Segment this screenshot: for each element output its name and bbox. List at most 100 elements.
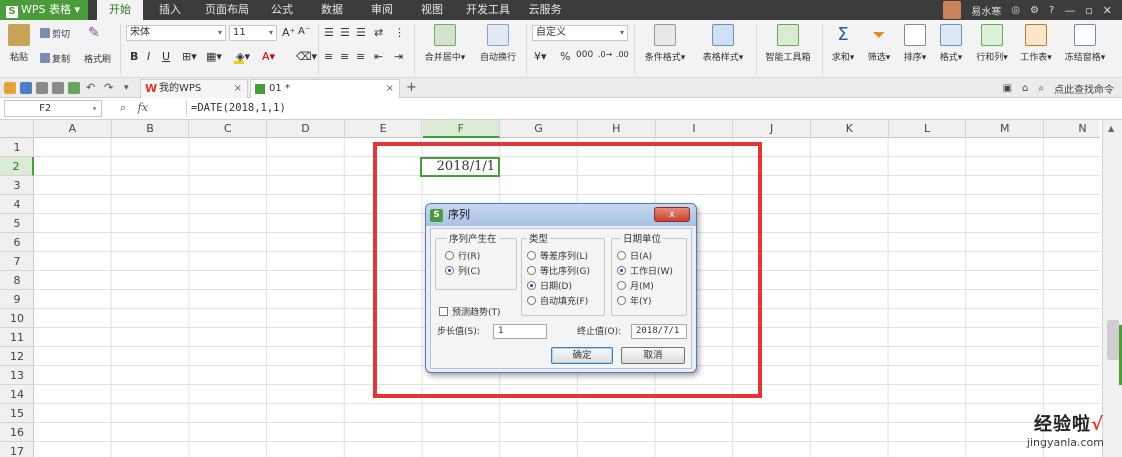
row-header-5[interactable]: 5 [0,214,34,233]
row-header-1[interactable]: 1 [0,138,34,157]
row-header-7[interactable]: 7 [0,252,34,271]
row-header-15[interactable]: 15 [0,404,34,423]
name-box[interactable]: F2 ▾ [4,100,102,117]
column-header-h[interactable]: H [578,120,656,138]
comment-icon[interactable]: ▣ [1003,83,1012,94]
close-icon[interactable]: × [234,80,242,98]
undo-icon[interactable]: ↶ [86,82,98,94]
row-header-8[interactable]: 8 [0,271,34,290]
italic-button[interactable]: I [147,50,150,63]
underline-button[interactable]: U [162,50,170,63]
print-preview-icon[interactable] [36,82,48,94]
settings-icon[interactable]: ⚙ [1030,5,1039,16]
align-center-button[interactable]: ≡ [340,50,349,63]
currency-button[interactable]: ¥▾ [534,50,547,63]
cut-button[interactable]: 剪切 [40,27,70,40]
tab-document-01[interactable]: 01 * × [250,79,400,98]
sort-button[interactable]: 排序▾ [898,24,932,63]
rows-cols-button[interactable]: 行和列▾ [972,24,1012,63]
tab-insert[interactable]: 插入 [150,0,190,20]
redo-icon[interactable]: ↷ [104,82,116,94]
help-icon[interactable]: ? [1049,5,1054,16]
export-pdf-icon[interactable] [68,82,80,94]
indent-increase-button[interactable]: ⇥ [394,50,403,63]
borders-button[interactable]: ⊞▾ [182,50,197,63]
command-search[interactable]: 点此查找命令 [1054,81,1114,96]
radio-weekday[interactable]: 工作日(W) [617,266,673,278]
row-header-6[interactable]: 6 [0,233,34,252]
align-bottom-button[interactable]: ☰ [356,26,366,39]
zoom-icon[interactable]: ⌕ [120,101,126,114]
formula-input[interactable]: =DATE(2018,1,1) [186,100,1086,117]
row-header-11[interactable]: 11 [0,328,34,347]
stop-value-input[interactable]: 2018/7/1 [631,324,687,339]
pin-icon[interactable]: ⌂ [1022,83,1028,94]
column-header-e[interactable]: E [345,120,423,138]
row-header-3[interactable]: 3 [0,176,34,195]
radio-autofill[interactable]: 自动填充(F) [527,296,588,308]
search-icon[interactable]: ⌕ [1038,83,1044,94]
column-header-c[interactable]: C [189,120,268,138]
grow-font-button[interactable]: A⁺ [282,26,295,39]
row-header-17[interactable]: 17 [0,442,34,457]
print-icon[interactable] [52,82,64,94]
app-menu-button[interactable]: S WPS 表格 ▾ [0,0,88,20]
radio-month[interactable]: 月(M) [617,281,654,293]
table-style-button[interactable]: 表格样式▾ [696,24,750,63]
tab-review[interactable]: 审阅 [362,0,402,20]
tab-home[interactable]: 开始 [97,0,143,20]
radio-linear[interactable]: 等差序列(L) [527,251,588,263]
row-header-14[interactable]: 14 [0,385,34,404]
radio-rows[interactable]: 行(R) [445,251,480,263]
open-folder-icon[interactable] [4,82,16,94]
paste-button[interactable]: 粘贴 [4,24,34,63]
dialog-title-bar[interactable]: S 序列 x [426,204,696,226]
tab-developer[interactable]: 开发工具 [460,0,516,20]
row-header-13[interactable]: 13 [0,366,34,385]
align-middle-button[interactable]: ☰ [340,26,350,39]
dialog-close-button[interactable]: x [654,207,690,222]
indent-decrease-button[interactable]: ⇤ [374,50,383,63]
freeze-panes-button[interactable]: 冻结窗格▾ [1060,24,1110,63]
distributed-button[interactable]: ⋮ [394,26,405,39]
font-size-select[interactable]: 11 ▾ [229,25,277,41]
filter-button[interactable]: ⏷ 筛选▾ [862,24,896,63]
tab-my-wps[interactable]: W 我的WPS × [140,79,248,98]
column-header-d[interactable]: D [267,120,345,138]
row-header-9[interactable]: 9 [0,290,34,309]
radio-day[interactable]: 日(A) [617,251,652,263]
align-right-button[interactable]: ≡ [356,50,365,63]
row-header-16[interactable]: 16 [0,423,34,442]
tab-cloud[interactable]: 云服务 [522,0,568,20]
format-button[interactable]: 格式▾ [934,24,968,63]
radio-columns[interactable]: 列(C) [445,266,480,278]
sum-button[interactable]: Σ 求和▾ [826,24,860,63]
radio-date[interactable]: 日期(D) [527,281,572,293]
radio-year[interactable]: 年(Y) [617,296,652,308]
orientation-button[interactable]: ⇄ [374,26,383,39]
save-icon[interactable] [20,82,32,94]
increase-decimal-button[interactable]: .0→ [598,50,612,59]
column-header-k[interactable]: K [811,120,889,138]
column-header-f[interactable]: F [422,120,501,138]
column-header-g[interactable]: G [500,120,578,138]
close-button[interactable]: ✕ [1103,4,1112,17]
vertical-scrollbar[interactable]: ▲ [1102,120,1122,457]
clear-format-button[interactable]: ⌫▾ [296,50,317,63]
column-header-b[interactable]: B [112,120,190,138]
column-header-j[interactable]: J [733,120,811,138]
tab-page-layout[interactable]: 页面布局 [198,0,256,20]
decrease-decimal-button[interactable]: .00 [616,50,629,59]
scroll-up-icon[interactable]: ▲ [1108,124,1114,133]
column-header-l[interactable]: L [889,120,967,138]
row-header-12[interactable]: 12 [0,347,34,366]
merge-center-button[interactable]: 合并居中▾ [420,24,470,63]
column-header-a[interactable]: A [34,120,112,138]
worksheet-button[interactable]: 工作表▾ [1016,24,1056,63]
predict-trend-checkbox[interactable]: 预测趋势(T) [439,307,501,319]
font-color-button[interactable]: A▾ [262,50,275,63]
new-tab-button[interactable]: + [406,80,417,95]
user-name[interactable]: 易水寒 [971,3,1001,18]
tab-data[interactable]: 数据 [312,0,352,20]
cancel-button[interactable]: 取消 [621,347,685,364]
